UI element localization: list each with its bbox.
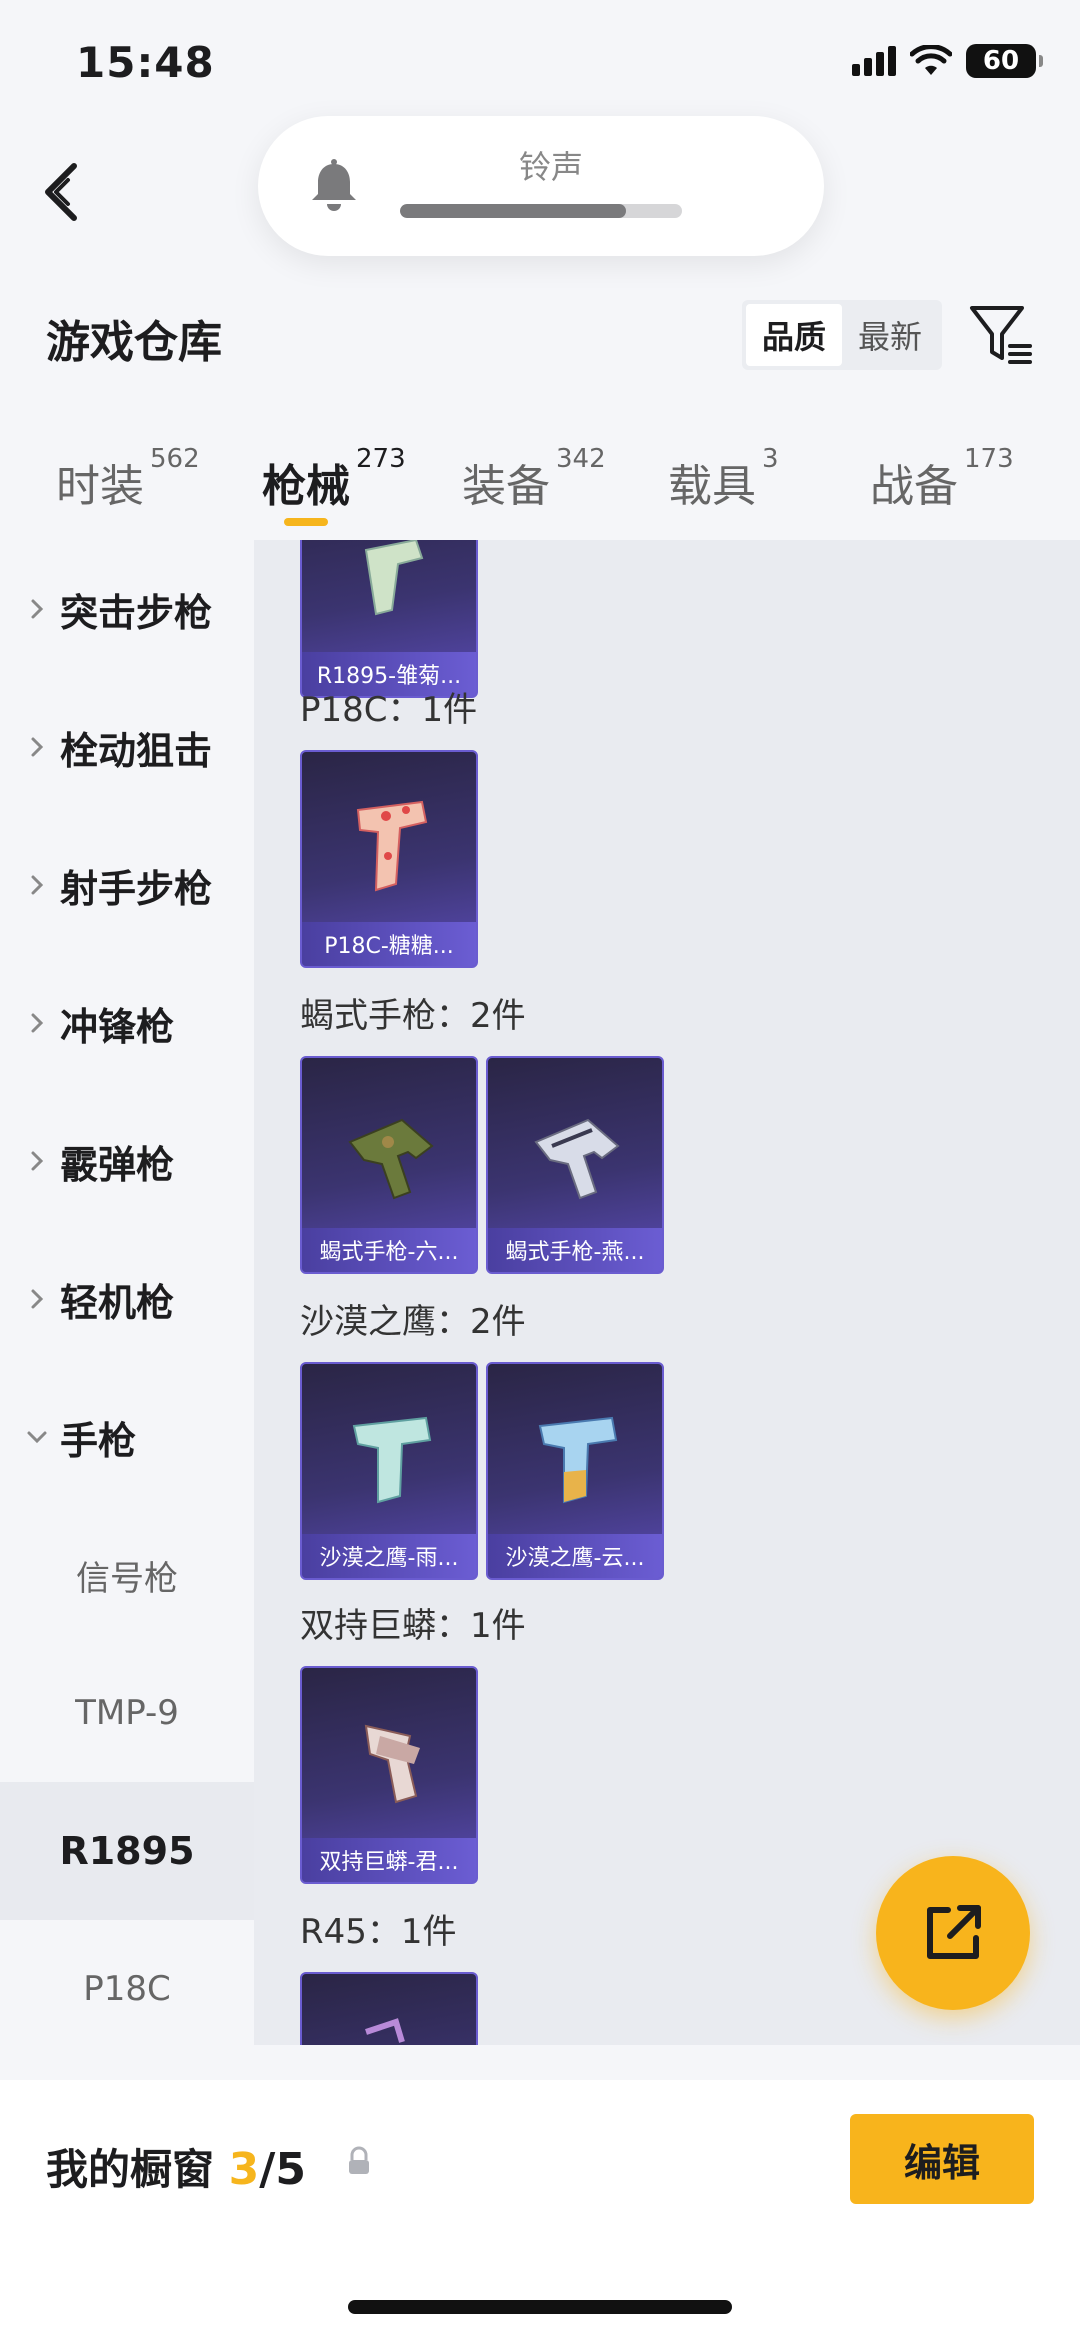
smg-icon <box>534 1118 620 1200</box>
item-card[interactable]: P18C-糖糖... <box>300 750 478 968</box>
item-card[interactable]: 沙漠之鹰-雨... <box>300 1362 478 1580</box>
group-title: 双持巨蟒：1件 <box>300 1606 526 1646</box>
status-time: 15:48 <box>76 38 215 87</box>
tab-count: 3 <box>762 444 779 474</box>
pistol-icon <box>356 800 428 892</box>
status-icons: 60 <box>852 44 1043 78</box>
pistol-icon <box>352 1416 432 1504</box>
home-indicator <box>348 2300 732 2314</box>
chevron-right-icon <box>31 1151 44 1171</box>
chevron-down-icon <box>27 1431 47 1444</box>
sidebar-item-smg[interactable]: 冲锋枪 <box>0 954 254 1092</box>
sidebar-item-pistol[interactable]: 手枪 <box>0 1368 254 1506</box>
tab-fashion[interactable]: 时装562 <box>56 444 200 514</box>
sidebar-item-assault-rifle[interactable]: 突击步枪 <box>0 540 254 678</box>
group-title: 沙漠之鹰：2件 <box>300 1302 526 1342</box>
tab-count: 173 <box>964 444 1014 474</box>
sidebar-item-label: 霰弹枪 <box>60 1142 175 1187</box>
volume-hud: 铃声 <box>258 116 824 256</box>
category-tabs: 时装562 枪械273 装备342 载具3 战备173 <box>0 430 1080 540</box>
tab-equipment[interactable]: 装备342 <box>462 444 606 514</box>
group-title: 蝎式手枪：2件 <box>300 996 526 1036</box>
volume-label: 铃声 <box>518 148 583 186</box>
pistol-icon <box>538 1416 618 1504</box>
pistol-icon <box>365 2018 405 2043</box>
pistol-icon <box>364 540 424 616</box>
back-button[interactable] <box>38 160 88 224</box>
item-grid: R1895-雏菊... P18C：1件 P18C-糖糖... 蝎式手枪：2件 蝎… <box>254 540 1080 2045</box>
group-title: R45：1件 <box>300 1912 457 1952</box>
sidebar-item-shotgun[interactable]: 霰弹枪 <box>0 1092 254 1230</box>
chevron-right-icon <box>31 737 44 757</box>
status-bar: 15:48 60 <box>0 0 1080 120</box>
tab-vehicles[interactable]: 载具3 <box>668 444 779 514</box>
tab-count: 342 <box>556 444 606 474</box>
volume-level <box>400 204 626 218</box>
tab-supplies[interactable]: 战备173 <box>870 444 1014 514</box>
battery-icon: 60 <box>966 44 1043 78</box>
tab-indicator <box>284 518 328 526</box>
chevron-right-icon <box>31 875 44 895</box>
sidebar-item-label: 栓动狙击 <box>60 728 213 773</box>
tab-label: 时装 <box>56 461 144 512</box>
showcase-title: 我的橱窗 <box>46 2145 215 2194</box>
signal-icon <box>852 46 896 76</box>
chevron-right-icon <box>31 1289 44 1309</box>
tab-label: 枪械 <box>262 461 350 512</box>
item-card-label: 蝎式手枪-燕... <box>488 1228 662 1272</box>
showcase-label: 我的橱窗 3/5 <box>46 2136 306 2197</box>
tab-weapons[interactable]: 枪械273 <box>262 444 406 514</box>
tab-count: 562 <box>150 444 200 474</box>
sidebar-item-label: 手枪 <box>60 1418 137 1463</box>
sidebar-item-lmg[interactable]: 轻机枪 <box>0 1230 254 1368</box>
item-card[interactable]: 双持巨蟒-君... <box>300 1666 478 1884</box>
revolver-icon <box>364 1724 420 1804</box>
filter-icon[interactable] <box>966 300 1036 370</box>
sidebar-item-bolt-sniper[interactable]: 栓动狙击 <box>0 678 254 816</box>
wifi-icon <box>910 45 952 75</box>
volume-slider[interactable] <box>400 204 682 218</box>
sort-option-quality[interactable]: 品质 <box>746 304 842 366</box>
item-card-label: 蝎式手枪-六... <box>302 1228 476 1272</box>
item-card-label: 沙漠之鹰-云... <box>488 1534 662 1578</box>
sidebar-item-label: 冲锋枪 <box>60 1004 175 1049</box>
share-icon <box>927 1905 981 1959</box>
group-title: P18C：1件 <box>300 690 478 730</box>
sort-option-newest[interactable]: 最新 <box>842 304 938 366</box>
chevron-right-icon <box>31 1013 44 1033</box>
share-button[interactable] <box>876 1856 1030 2010</box>
item-card[interactable]: 沙漠之鹰-云... <box>486 1362 664 1580</box>
item-card[interactable] <box>300 1972 478 2045</box>
sidebar-item-label: 射手步枪 <box>60 866 213 911</box>
smg-icon <box>348 1118 434 1200</box>
item-card[interactable]: R1895-雏菊... <box>300 540 478 698</box>
sort-toggle: 品质 最新 <box>742 300 942 370</box>
lock-icon <box>349 2146 369 2174</box>
showcase-total: /5 <box>259 2144 306 2195</box>
item-card[interactable]: 蝎式手枪-燕... <box>486 1056 664 1274</box>
edit-button[interactable]: 编辑 <box>850 2114 1034 2204</box>
sidebar-subitem-tmp9[interactable]: TMP-9 <box>0 1644 254 1782</box>
sidebar-item-label: 轻机枪 <box>60 1280 175 1325</box>
sidebar: 突击步枪 栓动狙击 射手步枪 冲锋枪 霰弹枪 轻机枪 手枪 信号枪 TMP-9 … <box>0 540 254 2050</box>
sidebar-item-label: 突击步枪 <box>60 590 213 635</box>
showcase-current: 3 <box>228 2144 260 2195</box>
chevron-right-icon <box>31 599 44 619</box>
tab-label: 战备 <box>870 461 958 512</box>
sidebar-subitem-flare-gun[interactable]: 信号枪 <box>0 1506 254 1644</box>
page-title: 游戏仓库 <box>46 317 222 368</box>
item-card[interactable]: 蝎式手枪-六... <box>300 1056 478 1274</box>
item-card-label: 双持巨蟒-君... <box>302 1838 476 1882</box>
sidebar-subitem-p18c[interactable]: P18C <box>0 1920 254 2050</box>
tab-label: 载具 <box>668 461 756 512</box>
item-card-label: P18C-糖糖... <box>302 922 476 966</box>
tab-label: 装备 <box>462 461 550 512</box>
sidebar-item-marksman-rifle[interactable]: 射手步枪 <box>0 816 254 954</box>
tab-count: 273 <box>356 444 406 474</box>
item-card-label: 沙漠之鹰-雨... <box>302 1534 476 1578</box>
sidebar-subitem-r1895[interactable]: R1895 <box>0 1782 254 1920</box>
